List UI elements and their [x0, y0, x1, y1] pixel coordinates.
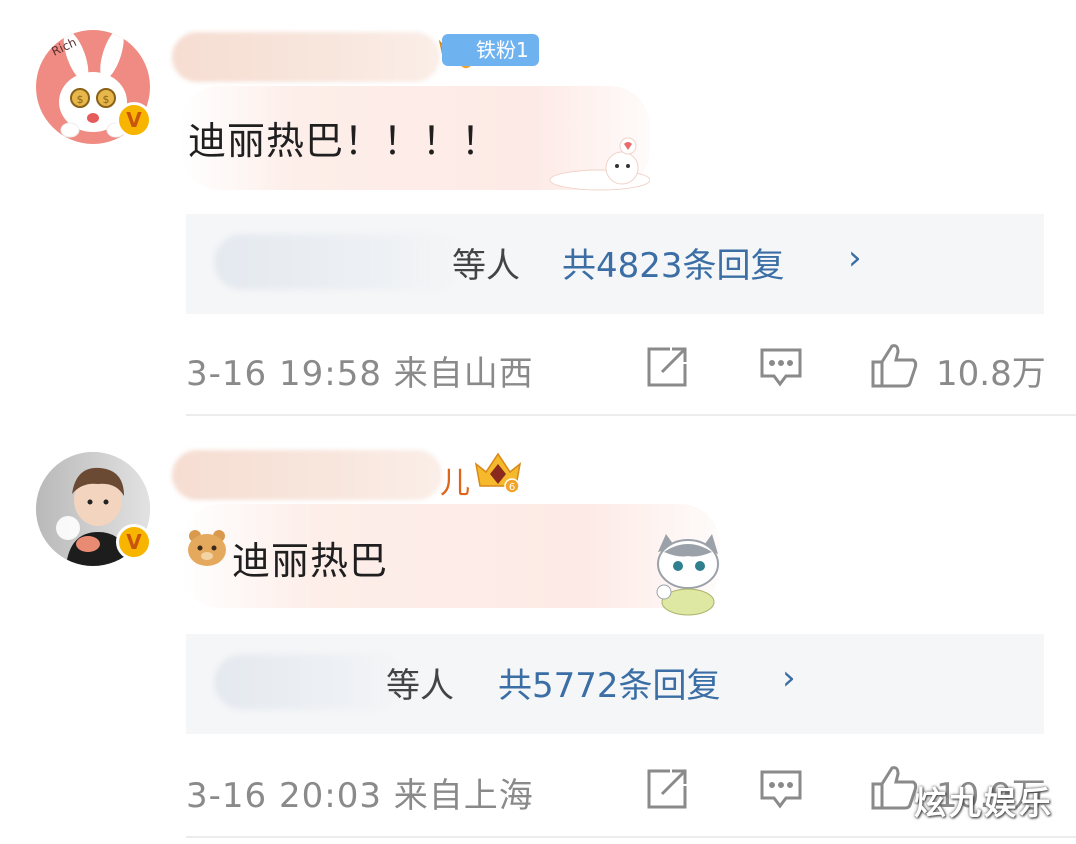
like-count: 10.8万	[936, 354, 1046, 394]
verified-v-icon: V	[116, 102, 152, 138]
comment-meta: 3-16 20:03 来自上海	[186, 776, 534, 816]
username-blurred[interactable]	[172, 450, 442, 500]
cat-sticker	[648, 532, 738, 620]
cat-sticker	[540, 132, 651, 196]
divider	[186, 836, 1076, 838]
bear-emoji	[186, 526, 228, 572]
reply-count-link[interactable]: 共5772条回复	[498, 658, 721, 707]
fan-badge-label: 铁粉1	[476, 38, 529, 62]
reply-preview[interactable]: 等人 共4823条回复 ›	[186, 214, 1044, 314]
watermark: 炫九娱乐	[913, 784, 1054, 822]
replier-names-blurred	[214, 654, 404, 710]
comment-icon[interactable]	[758, 344, 804, 394]
comment-text: 迪丽热巴	[232, 539, 389, 583]
svg-text:6: 6	[509, 482, 515, 493]
share-icon[interactable]	[644, 344, 690, 394]
comment-meta: 3-16 19:58 来自山西	[186, 354, 534, 394]
replier-names-blurred	[214, 234, 464, 290]
username-blurred[interactable]	[172, 32, 440, 82]
share-icon[interactable]	[644, 766, 690, 816]
reply-preview[interactable]: 等人 共5772条回复 ›	[186, 634, 1044, 734]
like-icon[interactable]	[870, 340, 920, 394]
avatar[interactable]: $ $ Rich V	[36, 30, 152, 144]
reply-tail: 等人	[452, 246, 520, 286]
username-fragment: 儿	[440, 466, 470, 501]
comment-text: 迪丽热巴！！！！	[188, 119, 501, 163]
chevron-right-icon[interactable]: ›	[848, 238, 862, 278]
svg-text:$: $	[103, 93, 110, 106]
crown-icon: 6	[470, 446, 526, 498]
comment-icon[interactable]	[758, 766, 804, 816]
divider	[186, 414, 1076, 416]
like-icon[interactable]	[870, 762, 920, 816]
chevron-right-icon[interactable]: ›	[782, 658, 796, 698]
comment-item-1: $ $ Rich V 6 铁粉1 迪丽热巴！！！！	[0, 0, 1076, 420]
reply-count-link[interactable]: 共4823条回复	[562, 238, 785, 287]
fan-badge[interactable]: 铁粉1	[442, 34, 539, 66]
reply-tail: 等人	[386, 666, 454, 706]
verified-v-icon: V	[116, 524, 152, 560]
svg-text:$: $	[77, 93, 84, 106]
avatar[interactable]: V	[36, 452, 152, 566]
